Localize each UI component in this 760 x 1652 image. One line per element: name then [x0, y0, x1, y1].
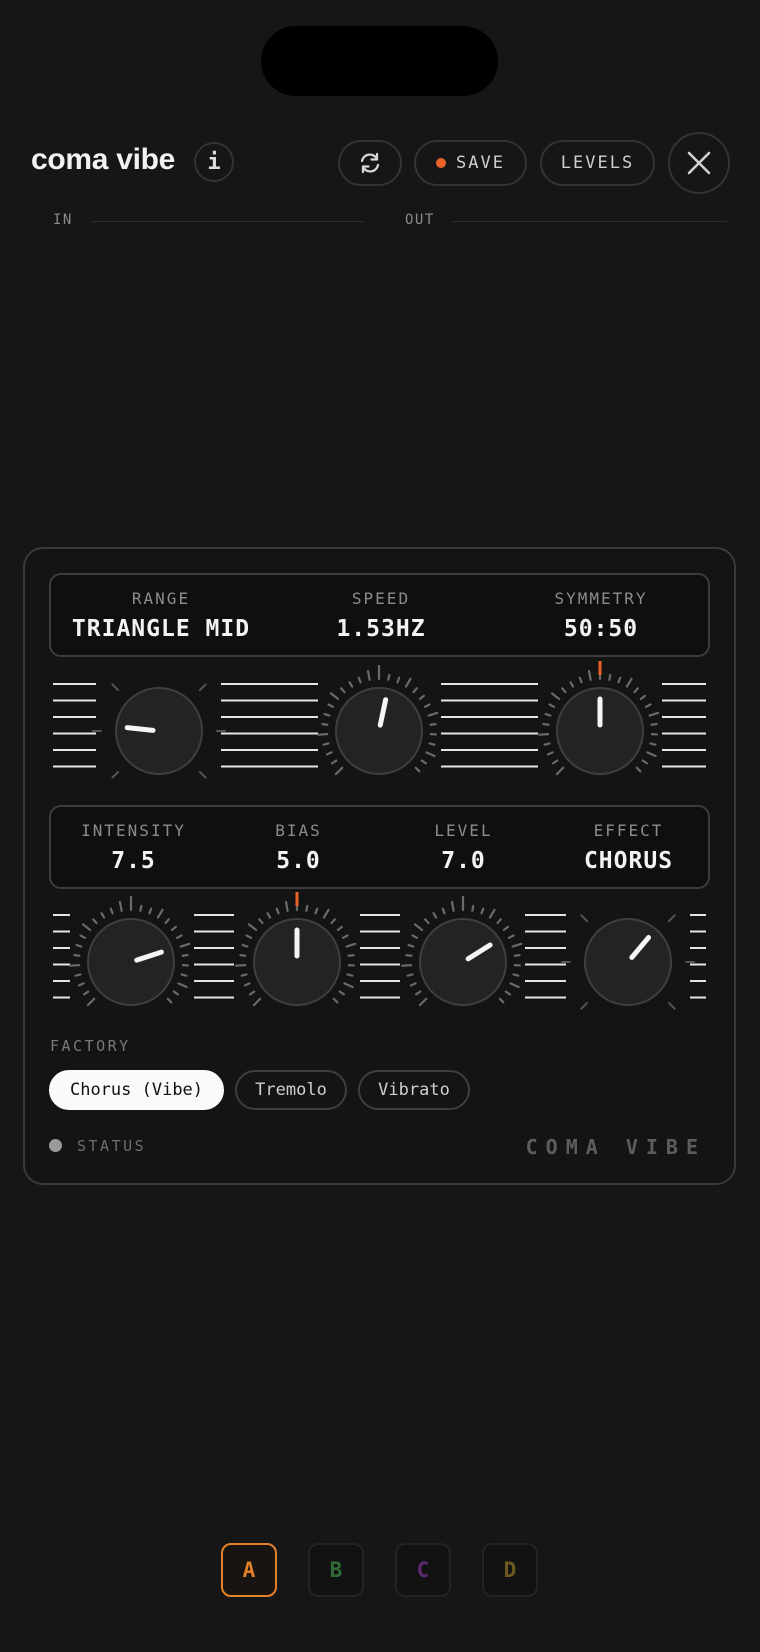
slot-a-button[interactable]: A	[221, 1543, 277, 1597]
output-meter-label: OUT	[405, 212, 435, 228]
status-indicator	[49, 1139, 62, 1152]
display-secondary: INTENSITY 7.5 BIAS 5.0 LEVEL 7.0 EFFECT …	[49, 805, 710, 889]
page-title: coma vibe	[31, 143, 176, 176]
bias-value: 5.0	[276, 848, 321, 874]
effect-readout: EFFECT CHORUS	[546, 821, 711, 874]
input-meter-label: IN	[53, 212, 73, 228]
symmetry-value: 50:50	[563, 616, 639, 642]
speed-value: 1.53HZ	[336, 616, 426, 642]
slot-d-button[interactable]: D	[482, 1543, 538, 1597]
level-label: LEVEL	[434, 821, 493, 840]
level-knob[interactable]	[420, 919, 506, 1005]
level-value: 7.0	[441, 848, 486, 874]
save-button[interactable]: SAVE	[414, 140, 527, 186]
unsaved-dot-icon	[436, 158, 447, 168]
info-icon: i	[207, 149, 221, 175]
effect-label: EFFECT	[593, 821, 664, 840]
refresh-icon	[360, 152, 380, 174]
preset-vibrato[interactable]: Vibrato	[358, 1070, 470, 1110]
levels-label: LEVELS	[560, 153, 635, 173]
levels-button[interactable]: LEVELS	[540, 140, 655, 186]
input-meter	[91, 221, 364, 222]
symmetry-knob[interactable]	[557, 688, 643, 774]
dynamic-island	[261, 26, 498, 96]
save-label: SAVE	[456, 153, 505, 173]
bias-label: BIAS	[275, 821, 322, 840]
effect-value: CHORUS	[583, 848, 674, 874]
speed-knob[interactable]	[336, 688, 422, 774]
symmetry-readout: SYMMETRY 50:50	[491, 589, 711, 642]
close-button[interactable]	[668, 132, 730, 194]
speed-readout: SPEED 1.53HZ	[271, 589, 491, 642]
intensity-knob[interactable]	[88, 919, 174, 1005]
slot-c-button[interactable]: C	[395, 1543, 451, 1597]
symmetry-label: SYMMETRY	[554, 589, 648, 608]
effect-knob[interactable]	[585, 919, 671, 1005]
level-readout: LEVEL 7.0	[381, 821, 546, 874]
display-primary: RANGE TRIANGLE MID SPEED 1.53HZ SYMMETRY…	[49, 573, 710, 657]
status-label: STATUS	[77, 1137, 147, 1155]
bias-readout: BIAS 5.0	[216, 821, 381, 874]
preset-chorus-vibe[interactable]: Chorus (Vibe)	[49, 1070, 224, 1110]
close-icon	[687, 151, 711, 175]
speed-label: SPEED	[351, 589, 411, 608]
range-value: TRIANGLE MID	[71, 616, 251, 642]
sync-button[interactable]	[338, 140, 402, 186]
intensity-value: 7.5	[111, 848, 156, 874]
intensity-label: INTENSITY	[81, 821, 186, 840]
slot-b-button[interactable]: B	[308, 1543, 364, 1597]
range-knob[interactable]	[116, 688, 202, 774]
range-readout: RANGE TRIANGLE MID	[51, 589, 271, 642]
output-meter	[452, 221, 727, 222]
factory-label: FACTORY	[50, 1037, 131, 1055]
bias-knob[interactable]	[254, 919, 340, 1005]
preset-tremolo[interactable]: Tremolo	[235, 1070, 347, 1110]
intensity-readout: INTENSITY 7.5	[51, 821, 216, 874]
range-label: RANGE	[131, 589, 191, 608]
info-button[interactable]: i	[194, 142, 234, 182]
brand-wordmark: COMA VIBE	[525, 1135, 706, 1159]
